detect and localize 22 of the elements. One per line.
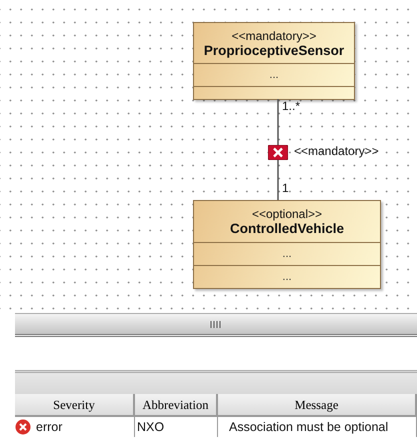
class-stereotype: <<optional>> <box>252 207 322 221</box>
class-stereotype: <<mandatory>> <box>232 28 316 42</box>
multiplicity-label: 1..* <box>282 99 300 113</box>
table-cell: Association must be optional <box>218 417 417 437</box>
column-header[interactable]: Severity <box>15 394 135 417</box>
class-box[interactable]: <<mandatory>> ProprioceptiveSensor ... <box>193 22 355 100</box>
class-name: ProprioceptiveSensor <box>204 42 344 58</box>
class-box[interactable]: <<optional>> ControlledVehicle ... ... <box>193 200 381 289</box>
grip-icon <box>210 320 222 328</box>
compartment-text: ... <box>269 69 279 81</box>
association-line[interactable] <box>277 99 279 200</box>
column-header[interactable]: Abbreviation <box>135 394 218 417</box>
class-name: ControlledVehicle <box>230 221 344 236</box>
compartment-text: ... <box>282 271 292 283</box>
column-header[interactable]: Message <box>218 394 417 417</box>
splitter-bar[interactable] <box>15 313 417 337</box>
table-cell: NXO <box>135 417 218 437</box>
association-stereotype: <<mandatory>> <box>294 144 379 158</box>
severity-text: error <box>36 420 62 434</box>
compartment-text: ... <box>282 248 292 260</box>
error-icon <box>15 419 31 435</box>
multiplicity-label: 1 <box>282 181 289 195</box>
